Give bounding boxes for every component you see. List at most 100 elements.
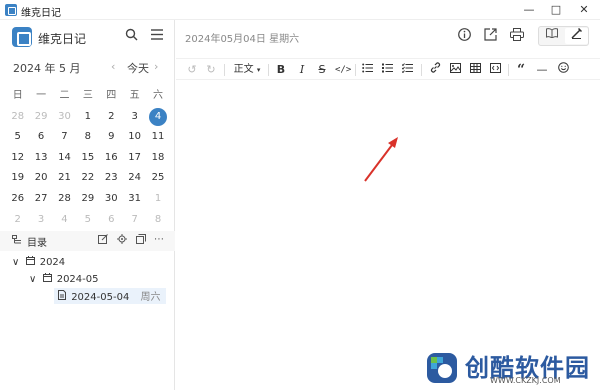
code-block-icon[interactable] bbox=[488, 62, 502, 78]
view-mode-switch bbox=[538, 26, 589, 46]
calendar-day[interactable]: 7 bbox=[123, 210, 146, 231]
calendar-day[interactable]: 16 bbox=[100, 148, 123, 169]
calendar-day[interactable]: 9 bbox=[100, 127, 123, 148]
table-icon[interactable] bbox=[468, 62, 482, 78]
calendar-day[interactable]: 1 bbox=[146, 189, 169, 210]
calendar-day[interactable]: 5 bbox=[6, 127, 29, 148]
minimize-icon[interactable]: — bbox=[515, 1, 543, 19]
image-icon[interactable] bbox=[448, 62, 462, 78]
close-icon[interactable]: ✕ bbox=[570, 1, 598, 19]
toolbar-divider bbox=[224, 64, 225, 76]
calendar-day[interactable]: 2 bbox=[100, 107, 123, 128]
info-icon[interactable] bbox=[455, 28, 473, 46]
calendar-day-number: 20 bbox=[34, 172, 48, 184]
calendar-day[interactable]: 2 bbox=[6, 210, 29, 231]
strikethrough-icon[interactable]: S bbox=[315, 62, 329, 78]
calendar-day[interactable]: 30 bbox=[53, 107, 76, 128]
calendar-day[interactable]: 5 bbox=[76, 210, 99, 231]
search-icon[interactable] bbox=[122, 28, 140, 46]
tree-year[interactable]: ∨ 2024 bbox=[12, 256, 65, 270]
calendar-day[interactable]: 8 bbox=[146, 210, 169, 231]
emoji-icon[interactable] bbox=[556, 62, 570, 78]
calendar-day[interactable]: 3 bbox=[29, 210, 52, 231]
tree-entry[interactable]: 2024-05-04 周六 bbox=[58, 290, 161, 304]
reading-mode-icon[interactable] bbox=[540, 28, 563, 44]
calendar-day-number: 8 bbox=[154, 213, 162, 225]
window-title: 维克日记 bbox=[21, 8, 61, 19]
weekday-label: 五 bbox=[129, 90, 140, 101]
link-icon[interactable] bbox=[428, 62, 442, 78]
calendar-day[interactable]: 18 bbox=[146, 148, 169, 169]
today-button[interactable]: 今天 bbox=[127, 60, 149, 76]
calendar-day[interactable]: 12 bbox=[6, 148, 29, 169]
calendar-day[interactable]: 25 bbox=[146, 168, 169, 189]
calendar-day[interactable]: 3 bbox=[123, 107, 146, 128]
calendar-day[interactable]: 27 bbox=[29, 189, 52, 210]
calendar-week: 19 20 21 22 23 24 25 bbox=[6, 168, 170, 189]
calendar-day[interactable]: 28 bbox=[53, 189, 76, 210]
calendar-day[interactable]: 31 bbox=[123, 189, 146, 210]
horizontal-rule-icon[interactable]: — bbox=[535, 62, 549, 78]
quote-icon[interactable]: “ bbox=[514, 62, 528, 78]
toc-header: 目录 ⋯ bbox=[0, 231, 175, 251]
more-icon[interactable]: ⋯ bbox=[154, 234, 164, 245]
export-icon[interactable] bbox=[481, 28, 499, 46]
calendar-day[interactable]: 10 bbox=[123, 127, 146, 148]
ordered-list-icon[interactable] bbox=[380, 62, 394, 78]
calendar-day[interactable]: 30 bbox=[100, 189, 123, 210]
caret-down-icon: ▾ bbox=[256, 66, 261, 74]
calendar-day-selected[interactable]: 4 bbox=[146, 107, 169, 128]
calendar-day[interactable]: 14 bbox=[53, 148, 76, 169]
calendar-day[interactable]: 15 bbox=[76, 148, 99, 169]
calendar-day[interactable]: 1 bbox=[76, 107, 99, 128]
calendar-day[interactable]: 20 bbox=[29, 168, 52, 189]
calendar-day[interactable]: 17 bbox=[123, 148, 146, 169]
maximize-icon[interactable]: □ bbox=[542, 1, 570, 19]
bold-icon[interactable]: B bbox=[274, 62, 288, 78]
menu-icon[interactable] bbox=[148, 28, 166, 46]
code-icon[interactable]: </> bbox=[335, 62, 351, 78]
undo-icon[interactable]: ↺ bbox=[185, 62, 199, 78]
calendar-day[interactable]: 6 bbox=[100, 210, 123, 231]
weekday-label: 一 bbox=[36, 90, 47, 101]
toolbar-divider bbox=[421, 64, 422, 76]
redo-icon[interactable]: ↻ bbox=[204, 62, 218, 78]
calendar-day[interactable]: 11 bbox=[146, 127, 169, 148]
toc-icon bbox=[12, 235, 22, 248]
calendar-day[interactable]: 22 bbox=[76, 168, 99, 189]
calendar-day-number: 13 bbox=[34, 151, 48, 163]
calendar-day[interactable]: 26 bbox=[6, 189, 29, 210]
tree-month[interactable]: ∨ 2024-05 bbox=[29, 273, 99, 287]
new-entry-icon[interactable] bbox=[98, 234, 108, 247]
prev-month-icon[interactable]: ‹ bbox=[111, 60, 115, 73]
calendar-day-number: 16 bbox=[104, 151, 118, 163]
calendar-day-number: 24 bbox=[128, 172, 142, 184]
collapse-icon[interactable] bbox=[136, 234, 146, 247]
calendar-day[interactable]: 19 bbox=[6, 168, 29, 189]
app-logo bbox=[12, 27, 32, 47]
calendar-day[interactable]: 13 bbox=[29, 148, 52, 169]
calendar-day[interactable]: 4 bbox=[53, 210, 76, 231]
calendar-day-number: 31 bbox=[128, 192, 142, 204]
bullet-list-icon[interactable] bbox=[360, 62, 374, 78]
calendar-day[interactable]: 29 bbox=[29, 107, 52, 128]
italic-icon[interactable]: I bbox=[295, 62, 309, 78]
task-list-icon[interactable] bbox=[400, 62, 414, 78]
calendar-day[interactable]: 29 bbox=[76, 189, 99, 210]
calendar-day-number: 26 bbox=[11, 192, 25, 204]
edit-mode-icon[interactable] bbox=[565, 27, 588, 44]
calendar-day[interactable]: 24 bbox=[123, 168, 146, 189]
locate-icon[interactable] bbox=[117, 234, 127, 247]
app-icon bbox=[5, 4, 17, 16]
calendar-day-number: 3 bbox=[131, 110, 138, 122]
calendar-day[interactable]: 28 bbox=[6, 107, 29, 128]
calendar-day[interactable]: 6 bbox=[29, 127, 52, 148]
calendar-day[interactable]: 21 bbox=[53, 168, 76, 189]
calendar-day-number: 29 bbox=[34, 110, 48, 122]
next-month-icon[interactable]: › bbox=[154, 60, 158, 73]
print-icon[interactable] bbox=[508, 28, 526, 46]
paragraph-style-select[interactable]: 正文 ▾ bbox=[232, 62, 262, 78]
calendar-day[interactable]: 8 bbox=[76, 127, 99, 148]
calendar-day[interactable]: 7 bbox=[53, 127, 76, 148]
calendar-day[interactable]: 23 bbox=[100, 168, 123, 189]
